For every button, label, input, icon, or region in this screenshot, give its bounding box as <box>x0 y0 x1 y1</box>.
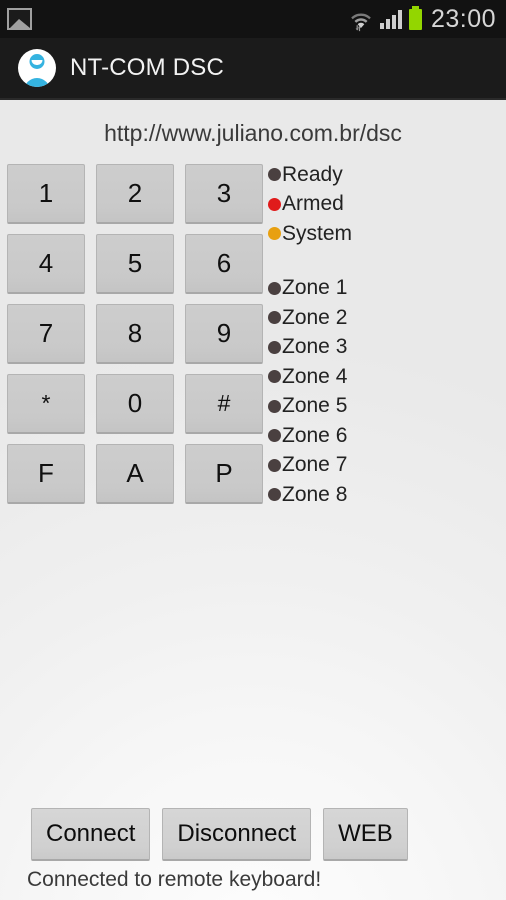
key-0[interactable]: 0 <box>96 374 174 434</box>
android-status-bar: 23:00 <box>0 0 506 38</box>
zone-indicator-row: Zone 5 <box>268 392 408 422</box>
key-star[interactable]: * <box>7 374 85 434</box>
zone-indicator-label: Zone 6 <box>282 423 348 447</box>
wifi-data-transfer-icon <box>349 7 373 32</box>
status-indicator-led-icon <box>268 197 281 211</box>
web-button[interactable]: WEB <box>323 808 408 861</box>
zone-indicator-led-icon <box>268 429 281 443</box>
key-F[interactable]: F <box>7 444 85 504</box>
system-status-icons-area: 23:00 <box>349 5 506 34</box>
page-title: NT-COM DSC <box>70 54 224 81</box>
zone-indicator-led-icon <box>268 281 281 295</box>
zone-indicator-led-icon <box>268 311 281 325</box>
zone-indicator-label: Zone 7 <box>282 453 348 477</box>
app-screen: 23:00 NT-COM DSC http://www.juliano.com.… <box>0 0 506 900</box>
zone-indicator-label: Zone 2 <box>282 305 348 329</box>
status-indicator-label: System <box>282 221 353 245</box>
keypad-row: 456 <box>7 234 265 294</box>
keypad-row: 789 <box>7 304 265 364</box>
command-button-bar: Connect Disconnect WEB <box>31 808 408 861</box>
indicator-panel: Ready Armed System Zone 1 Zone 2 Zone 3 Zone … <box>268 160 408 510</box>
keypad-grid: 1 2 3 4 5 6 7 8 9 * 0 # F A P <box>7 164 265 514</box>
status-indicator-led-icon <box>268 168 281 182</box>
avatar-body-shape <box>24 78 50 87</box>
zone-indicator-led-icon <box>268 488 281 502</box>
zone-indicator-label: Zone 8 <box>282 482 348 506</box>
zone-indicator-row: Zone 8 <box>268 480 408 510</box>
zone-indicator-led-icon <box>268 340 281 354</box>
key-4[interactable]: 4 <box>7 234 85 294</box>
key-9[interactable]: 9 <box>185 304 263 364</box>
zone-indicator-led-icon <box>268 399 281 413</box>
battery-full-icon <box>408 5 422 30</box>
key-7[interactable]: 7 <box>7 304 85 364</box>
zone-indicator-group: Zone 1 Zone 2 Zone 3 Zone 4 Zone 5 Zone 6 Zone… <box>268 274 408 510</box>
connection-status-text: Connected to remote keyboard! <box>27 868 322 891</box>
connect-button[interactable]: Connect <box>31 808 151 861</box>
status-indicator-row: Ready <box>268 160 408 190</box>
key-hash[interactable]: # <box>185 374 263 434</box>
status-indicator-label: Ready <box>282 162 343 186</box>
zone-indicator-led-icon <box>268 370 281 384</box>
status-indicator-row: Armed <box>268 190 408 220</box>
status-indicator-row: System <box>268 219 408 249</box>
zone-indicator-label: Zone 5 <box>282 394 348 418</box>
url-label: http://www.juliano.com.br/dsc <box>104 120 402 146</box>
zone-indicator-row: Zone 7 <box>268 451 408 481</box>
zone-indicator-label: Zone 1 <box>282 276 348 300</box>
main-content: http://www.juliano.com.br/dsc 1 2 3 4 5 6 7 8 9 *… <box>0 100 506 900</box>
disconnect-button[interactable]: Disconnect <box>162 808 312 861</box>
keypad-row: FAP <box>7 444 265 504</box>
zone-indicator-row: Zone 6 <box>268 421 408 451</box>
key-5[interactable]: 5 <box>96 234 174 294</box>
user-avatar-icon <box>18 49 56 87</box>
zone-indicator-label: Zone 3 <box>282 335 348 359</box>
status-bar-clock: 23:00 <box>430 4 496 33</box>
system-status-indicator-group: Ready Armed System <box>268 160 408 249</box>
status-indicator-led-icon <box>268 227 281 241</box>
key-6[interactable]: 6 <box>185 234 263 294</box>
cellular-signal-icon <box>379 9 402 29</box>
zone-indicator-row: Zone 2 <box>268 303 408 333</box>
key-8[interactable]: 8 <box>96 304 174 364</box>
zone-indicator-led-icon <box>268 458 281 472</box>
zone-indicator-label: Zone 4 <box>282 364 348 388</box>
avatar-head-shape <box>29 54 45 69</box>
keypad-row: * 0 # <box>7 374 265 434</box>
key-1[interactable]: 1 <box>7 164 85 224</box>
key-3[interactable]: 3 <box>185 164 263 224</box>
zone-indicator-row: Zone 3 <box>268 333 408 363</box>
zone-indicator-row: Zone 4 <box>268 362 408 392</box>
photo-image-icon <box>7 8 32 30</box>
key-P[interactable]: P <box>185 444 263 504</box>
app-action-bar: NT-COM DSC <box>0 38 506 100</box>
key-2[interactable]: 2 <box>96 164 174 224</box>
notification-icons-area <box>0 8 349 30</box>
key-A[interactable]: A <box>96 444 174 504</box>
keypad-row: 123 <box>7 164 265 224</box>
status-indicator-label: Armed <box>282 192 344 216</box>
zone-indicator-row: Zone 1 <box>268 274 408 304</box>
